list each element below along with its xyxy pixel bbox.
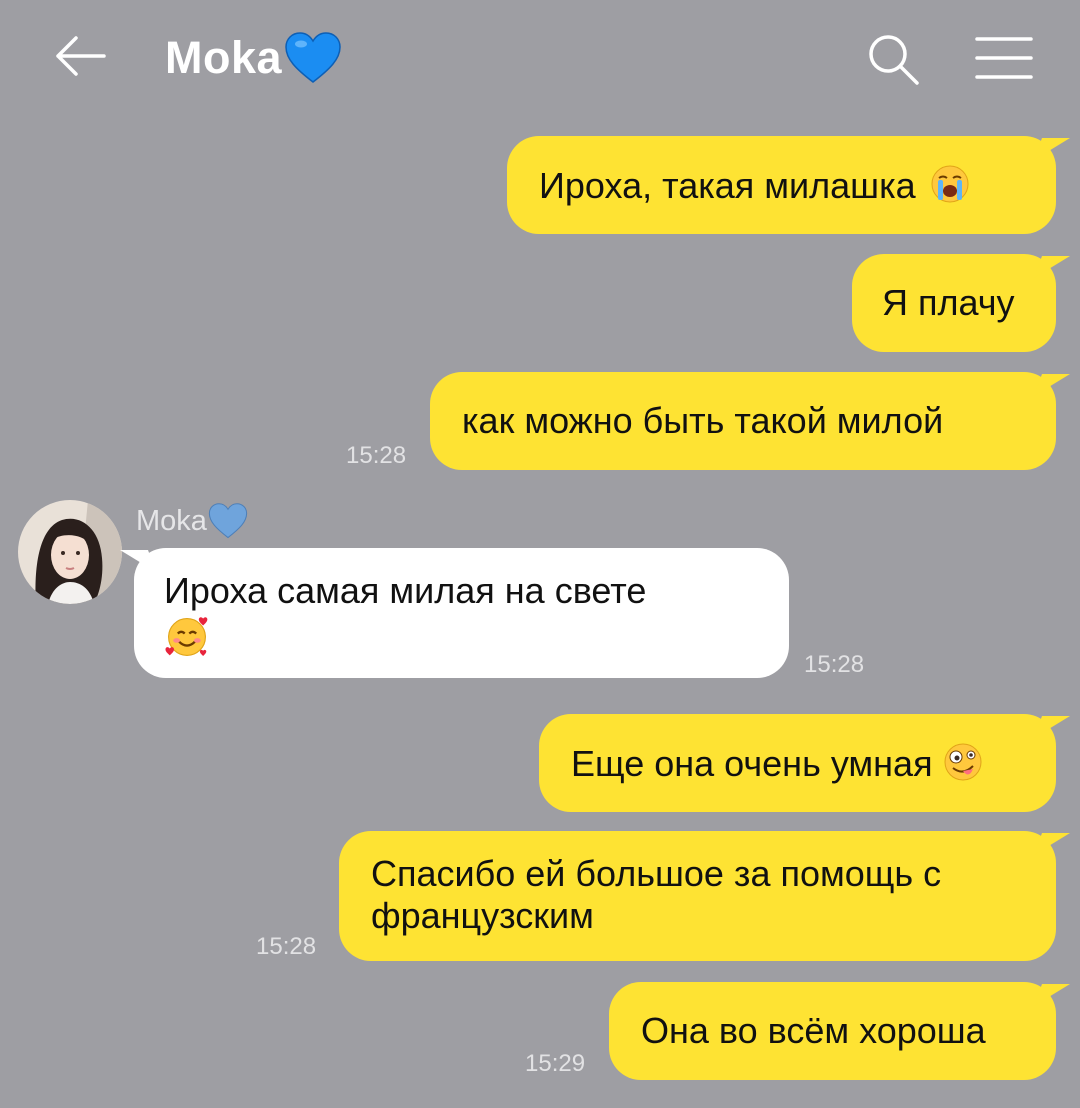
contact-avatar[interactable] [18,500,122,604]
loudly-crying-face-icon [931,165,969,203]
chat-title: Moka [165,28,342,88]
search-icon[interactable] [866,32,920,86]
message-time: 15:28 [346,442,407,469]
menu-icon[interactable] [975,36,1033,80]
message-text: Ироха, такая милашка [539,165,916,206]
message-bubble-incoming[interactable]: Ироха самая милая на свете [134,548,789,678]
zany-face-icon [944,743,982,781]
chat-title-text: Moka [165,32,283,83]
message-bubble-outgoing[interactable]: Она во всём хороша [609,982,1056,1080]
message-text: Я плачу [882,282,1015,323]
message-bubble-outgoing[interactable]: Ироха, такая милашка [507,136,1056,234]
message-time: 15:28 [256,933,317,960]
message-bubble-outgoing[interactable]: как можно быть такой милой [430,372,1056,470]
back-arrow-icon[interactable] [52,34,106,78]
message-text: Еще она очень умная [571,743,933,784]
sender-name-text: Moka [136,504,207,537]
sender-name: Moka [136,503,248,539]
message-bubble-outgoing[interactable]: Я плачу [852,254,1056,352]
message-time: 15:29 [525,1050,586,1077]
blue-heart-icon [285,32,341,83]
message-text: Она во всём хороша [641,1010,986,1051]
message-text: Ироха самая милая на свете [164,570,647,611]
chat-header: Moka [0,0,1080,118]
message-text-line-1: Спасибо ей большое за помощь с [371,853,942,894]
avatar-photo-icon [18,500,122,604]
message-bubble-outgoing[interactable]: Еще она очень умная [539,714,1056,812]
message-time: 15:28 [804,651,865,678]
message-text-line-2: французским [371,895,594,936]
smiling-face-with-hearts-icon [165,617,208,656]
blue-heart-icon [208,503,248,539]
message-text: как можно быть такой милой [462,400,944,441]
message-bubble-outgoing[interactable]: Спасибо ей большое за помощь с французск… [339,831,1056,961]
